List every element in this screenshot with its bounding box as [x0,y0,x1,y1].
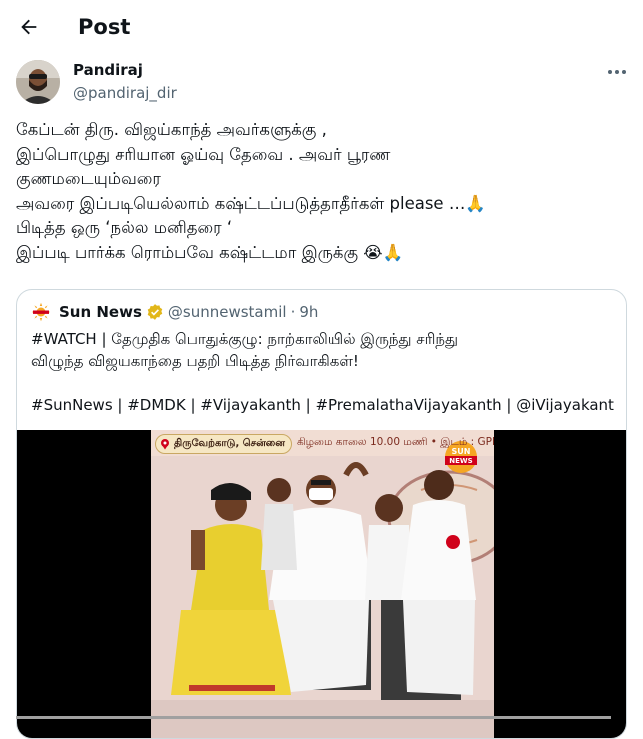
quoted-text: #WATCH | தேமுதிக பொதுக்குழு: நாற்காலியில… [31,328,616,372]
video-player[interactable]: SUN NEWS கிழமை காலை 10.00 மணி • இடம் : G… [17,430,626,738]
post-line: இப்படி பார்க்க ரொம்பவே கஷ்ட்டமா இருக்கு … [16,242,404,262]
avatar-image [16,60,60,104]
more-options-button[interactable] [604,62,630,82]
quoted-post-header: Sun News @sunnewstamil · 9h [31,302,318,322]
quoted-author-name[interactable]: Sun News [59,303,142,321]
quoted-line: #WATCH | தேமுதிக பொதுக்குழு: நாற்காலியில… [31,330,459,348]
verified-badge-icon [147,304,163,320]
author-name[interactable]: Pandiraj [73,60,143,80]
post-line: பிடித்த ஒரு ‘நல்ல மனிதரை ‘ [16,218,233,237]
post-line: கேப்டன் திரு. விஜய்காந்த் அவர்களுக்கு , [16,120,327,139]
location-text: திருவேற்காடு, சென்னை [174,438,285,449]
author-handle[interactable]: @pandiraj_dir [73,83,177,103]
video-progress-bar[interactable] [16,716,611,719]
quoted-timestamp[interactable]: 9h [299,303,318,321]
quoted-post[interactable]: Sun News @sunnewstamil · 9h #WATCH | தேம… [16,289,627,739]
more-icon [608,70,626,74]
separator-dot: · [290,303,296,321]
post-text: கேப்டன் திரு. விஜய்காந்த் அவர்களுக்கு , … [16,118,631,265]
video-banner-text: கிழமை காலை 10.00 மணி • இடம் : GPN பேலஸ்,… [297,436,494,448]
avatar[interactable] [16,60,60,104]
page-title: Post [78,15,131,39]
arrow-left-icon [21,19,37,35]
post-line: குணமடையும்வரை [16,169,161,188]
post-line: அவரை இப்படியெல்லாம் கஷ்ட்டப்படுத்தாதீர்க… [16,193,486,213]
location-pill: திருவேற்காடு, சென்னை [155,434,292,454]
back-button[interactable] [14,12,44,42]
top-bar: Post [0,0,643,54]
video-logo-bottom: NEWS [449,457,472,465]
location-pin-icon [161,439,169,450]
post-line: இப்பொழுது சரியான ஓய்வு தேவை . அவர் பூரண [16,144,391,164]
video-frame: SUN NEWS கிழமை காலை 10.00 மணி • இடம் : G… [151,430,494,738]
quoted-author-handle[interactable]: @sunnewstamil [168,303,287,321]
quoted-line: விழுந்த விஜயகாந்தை பதறி பிடித்த நிர்வாகி… [31,352,359,370]
sun-news-logo-icon [31,302,51,322]
quoted-hashtags[interactable]: #SunNews | #DMDK | #Vijayakanth | #Prema… [31,394,614,416]
video-thumbnail: SUN NEWS [151,430,494,738]
